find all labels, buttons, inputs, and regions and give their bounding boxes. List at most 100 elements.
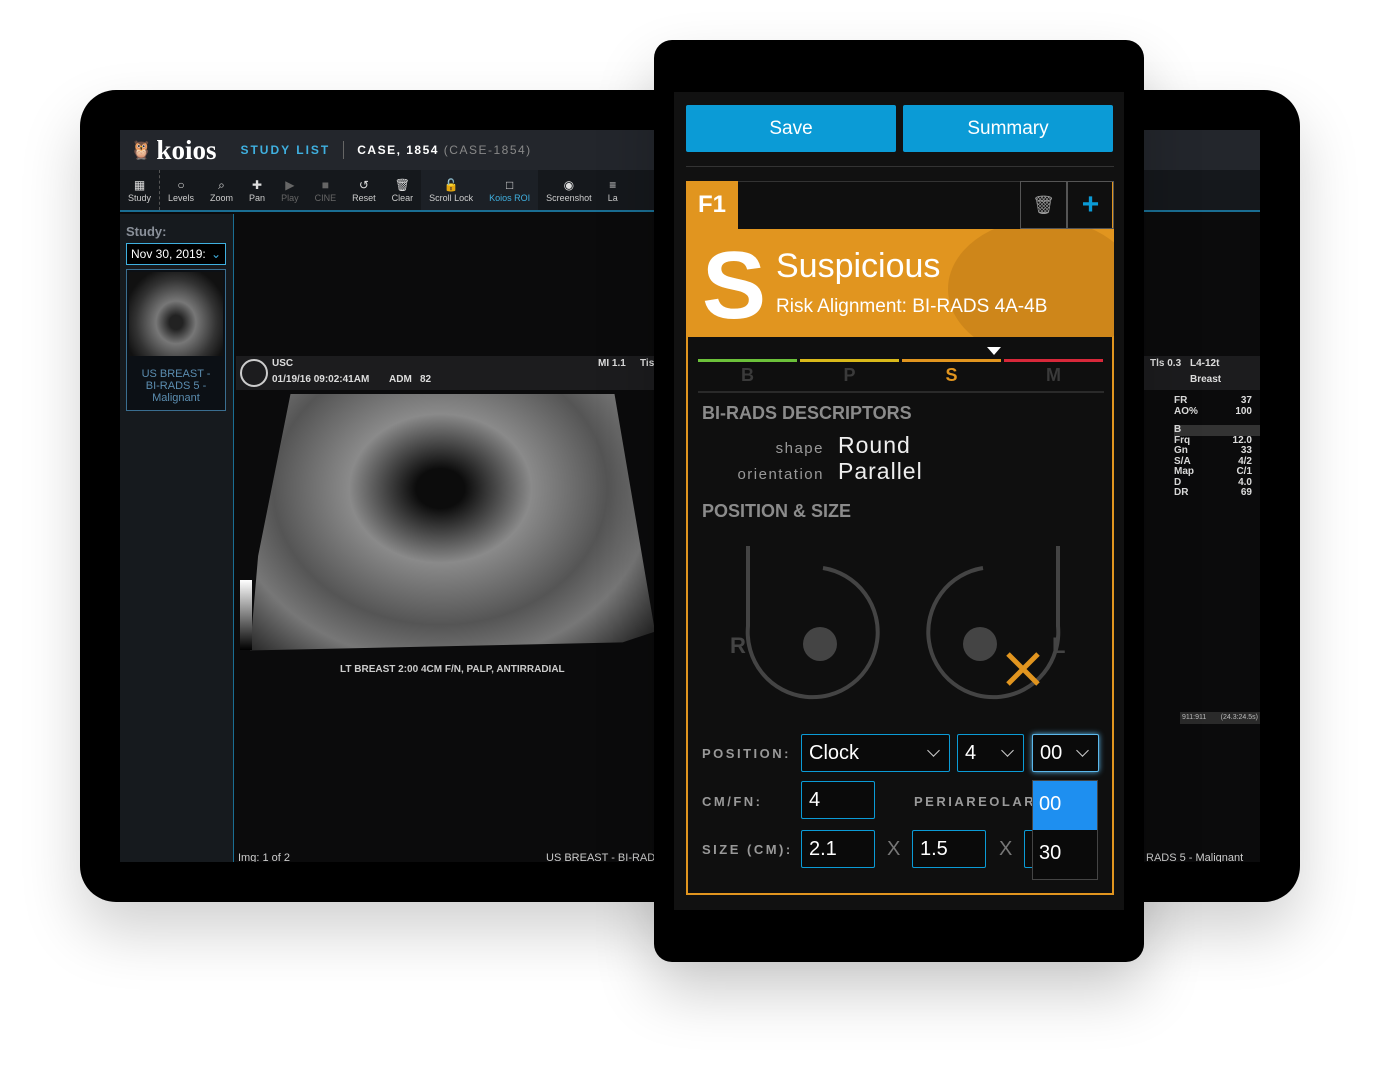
tool-la[interactable]: ≡ La — [600, 170, 626, 210]
divider — [686, 166, 1114, 167]
scale-label: B — [741, 365, 754, 385]
add-button[interactable]: + — [1067, 181, 1114, 229]
image-counter: Img: 1 of 2 — [238, 852, 290, 862]
assessment-label: Suspicious — [776, 247, 941, 285]
chevron-down-icon — [1076, 744, 1089, 757]
phone-device: Save Summary F1 🗑 + S Suspicious Risk Al… — [654, 40, 1144, 962]
scale-segment-s — [902, 359, 1001, 362]
tool-cine[interactable]: ■ CINE — [307, 170, 345, 210]
position-type-select[interactable]: Clock — [801, 734, 950, 772]
unlock-icon: 🔓 — [443, 177, 459, 192]
thumbnail-image — [129, 272, 223, 356]
move-icon: ✚ — [252, 177, 263, 192]
study-list-link[interactable]: STUDY LIST — [240, 143, 330, 157]
grayscale-bar — [240, 580, 252, 650]
ultrasound-image[interactable] — [250, 394, 655, 651]
tool-study[interactable]: ▦ Study — [120, 170, 159, 210]
times-label: X — [887, 838, 901, 860]
tool-screenshot[interactable]: ◉ Screenshot — [538, 170, 600, 210]
tool-koios-roi[interactable]: □ Koios ROI — [481, 170, 539, 210]
delete-button[interactable]: 🗑 — [1020, 181, 1067, 229]
tool-reset[interactable]: ↺ Reset — [344, 170, 384, 210]
tool-zoom[interactable]: ⌕ Zoom — [202, 170, 241, 210]
option-00[interactable]: 00 — [1033, 781, 1097, 830]
size-1-input[interactable]: 2.1 — [801, 830, 875, 868]
times-label: X — [999, 838, 1013, 860]
tool-clear[interactable]: 🗑 Clear — [384, 170, 422, 210]
finding-tab[interactable]: F1 — [688, 181, 738, 229]
summary-button[interactable]: Summary — [903, 105, 1113, 152]
magnifier-icon: ⌕ — [218, 177, 225, 192]
study-sidebar: Study: Nov 30, 2019: ⌄ US BREAST - BI-RAD… — [120, 214, 234, 862]
finding-card: F1 🗑 + S Suspicious Risk Alignment: BI-R… — [686, 181, 1114, 895]
marker-triangle-icon — [987, 347, 1002, 355]
shape-label: shape — [775, 440, 824, 457]
acquisition-params: FR 37 AO% 100 B Frq 12.0 Gn 33 S/A 4/2 Map C/1 D 4.0 DR… — [1174, 390, 1260, 499]
breast-diagram[interactable] — [718, 536, 1098, 716]
position-size-title: POSITION & SIZE — [702, 501, 852, 521]
descriptors-title: BI-RADS DESCRIPTORS — [702, 403, 912, 423]
scale-segment-p — [800, 359, 899, 362]
scale-label: M — [1046, 365, 1061, 385]
scale-segment-m — [1004, 359, 1103, 362]
size-2-input[interactable]: 1.5 — [912, 830, 986, 868]
position-label: POSITION: — [702, 746, 791, 761]
study-label: Study: — [126, 224, 167, 239]
image-caption: LT BREAST 2:00 4CM F/N, PALP, ANTIRRADIA… — [340, 664, 565, 675]
category-letter: S — [702, 232, 767, 337]
left-nipple — [963, 627, 997, 661]
scale-label: S — [945, 365, 958, 385]
cmfn-label: CM/FN: — [702, 794, 763, 809]
chevron-down-icon: ⌄ — [210, 247, 221, 261]
series-label-right: RADS 5 - Malignant — [1146, 852, 1244, 862]
divider — [343, 141, 345, 159]
param-row: FR 37 — [1174, 395, 1252, 406]
orientation-label: orientation — [737, 466, 824, 483]
param-row: Map C/1 — [1174, 466, 1252, 477]
case-title: CASE, 1854 (CASE-1854) — [357, 143, 532, 157]
tool-scroll-lock[interactable]: 🔓 Scroll Lock — [421, 170, 482, 210]
chevron-down-icon — [1001, 744, 1014, 757]
layout-icon: ≡ — [609, 177, 617, 192]
minute-dropdown: 00 30 — [1032, 780, 1098, 880]
param-row: AO% 100 — [1174, 405, 1252, 417]
param-row: Gn 33 — [1174, 445, 1252, 456]
size-label: SIZE (CM): — [702, 842, 793, 857]
tool-pan[interactable]: ✚ Pan — [241, 170, 273, 210]
clock-hour-select[interactable]: 4 — [957, 734, 1024, 772]
reset-icon: ↺ — [358, 177, 369, 192]
camera-icon: ◉ — [563, 177, 575, 192]
right-nipple — [803, 627, 837, 661]
risk-scale: BPSM — [698, 345, 1104, 393]
ge-logo-icon — [240, 359, 268, 387]
trash-icon: 🗑 — [394, 177, 410, 192]
square-icon: □ — [506, 177, 514, 192]
study-date-select[interactable]: Nov 30, 2019: ⌄ — [126, 243, 226, 265]
owl-watermark-icon — [948, 229, 1114, 337]
scale-label: P — [843, 365, 856, 385]
save-button[interactable]: Save — [686, 105, 896, 152]
plus-icon: + — [1081, 188, 1100, 221]
brand-logo: koios — [156, 134, 217, 165]
param-row: B — [1174, 424, 1260, 436]
series-label-left: US BREAST - BI-RAD — [546, 852, 656, 862]
circle-icon: ○ — [177, 177, 185, 192]
shape-value: Round — [838, 432, 911, 458]
option-30[interactable]: 30 — [1033, 830, 1097, 879]
tool-play[interactable]: ▶ Play — [273, 170, 307, 210]
play-icon: ▶ — [285, 177, 295, 192]
right-side-label: R — [730, 633, 746, 658]
clock-minute-select[interactable]: 00 — [1032, 734, 1099, 772]
periareolar-label: PERIAREOLAR: — [914, 794, 1043, 809]
findings-panel: Save Summary F1 🗑 + S Suspicious Risk Al… — [674, 92, 1124, 910]
assessment-banner: S Suspicious Risk Alignment: BI-RADS 4A-… — [688, 229, 1114, 337]
grid-icon: ▦ — [133, 177, 146, 192]
series-thumbnail[interactable]: US BREAST - BI-RADS 5 - Malignant — [126, 269, 226, 411]
tool-levels[interactable]: ○ Levels — [159, 170, 202, 210]
scale-segment-b — [698, 359, 797, 362]
left-side-label: L — [1052, 633, 1066, 658]
risk-alignment: Risk Alignment: BI-RADS 4A-4B — [776, 296, 1048, 317]
frame-counter: 911:911 (24.3:24.5s) — [1180, 712, 1260, 724]
lesion-marker-icon — [1006, 652, 1040, 686]
cmfn-input[interactable]: 4 — [801, 781, 875, 819]
